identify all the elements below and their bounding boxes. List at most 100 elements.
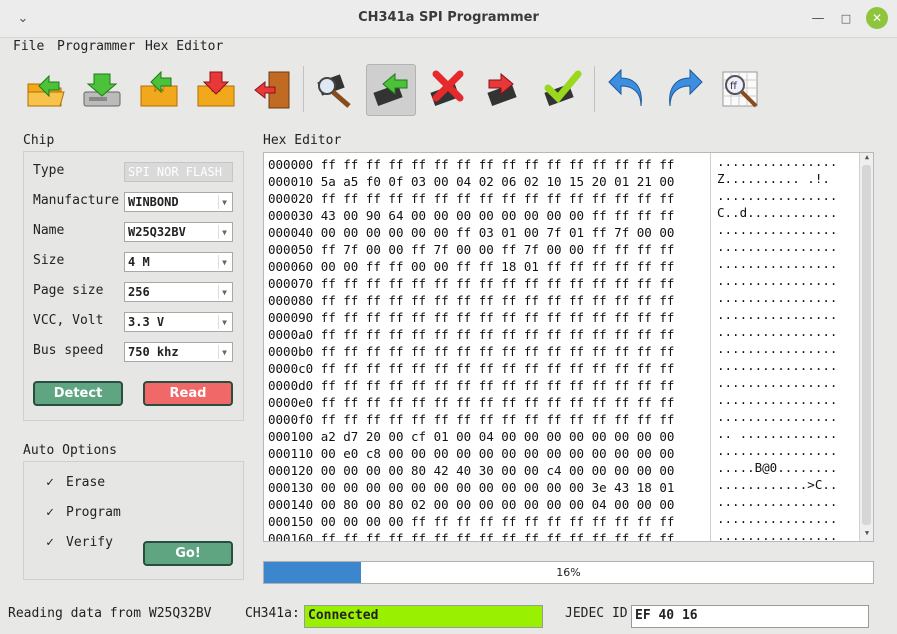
menu-programmer[interactable]: Programmer xyxy=(57,39,135,54)
hex-ascii-row[interactable]: ................ xyxy=(711,408,858,425)
checkmark-icon[interactable]: ✓ xyxy=(43,475,57,490)
hex-bytes[interactable]: ff ff ff ff ff ff ff ff ff ff ff ff ff f… xyxy=(321,157,675,172)
hex-row[interactable]: 0000d0 ff ff ff ff ff ff ff ff ff ff ff … xyxy=(268,377,708,394)
load-chip-icon[interactable] xyxy=(134,64,184,116)
hex-bytes[interactable]: ff ff ff ff ff ff ff ff ff ff ff ff ff f… xyxy=(321,361,675,376)
menu-file[interactable]: File xyxy=(13,39,44,54)
hex-ascii-row[interactable]: ............>C.. xyxy=(711,476,858,493)
checkmark-icon[interactable]: ✓ xyxy=(43,535,57,550)
hex-ascii-row[interactable]: ................ xyxy=(711,442,858,459)
hex-editor[interactable]: 000000 ff ff ff ff ff ff ff ff ff ff ff … xyxy=(263,152,874,542)
pagesize-combo[interactable]: 256 ▼ xyxy=(124,282,233,302)
verify-checkbox[interactable]: ✓ Verify xyxy=(43,535,113,550)
hex-ascii-row[interactable]: ................ xyxy=(711,510,858,527)
dropdown-arrow-icon[interactable]: ▼ xyxy=(218,225,230,239)
hex-bytes[interactable]: ff ff ff ff ff ff ff ff ff ff ff ff ff f… xyxy=(321,191,675,206)
hex-row[interactable]: 0000b0 ff ff ff ff ff ff ff ff ff ff ff … xyxy=(268,343,708,360)
chip-erase-icon[interactable] xyxy=(423,64,473,116)
hex-row[interactable]: 000050 ff 7f 00 00 ff 7f 00 00 ff 7f 00 … xyxy=(268,241,708,258)
hex-bytes[interactable]: ff ff ff ff ff ff ff ff ff ff ff ff ff f… xyxy=(321,344,675,359)
program-checkbox[interactable]: ✓ Program xyxy=(43,505,121,520)
hex-ascii-row[interactable]: ................ xyxy=(711,374,858,391)
menu-hex-editor[interactable]: Hex Editor xyxy=(145,39,223,54)
hex-ascii-row[interactable]: ................ xyxy=(711,187,858,204)
hex-bytes[interactable]: 00 00 ff ff 00 00 ff ff 18 01 ff ff ff f… xyxy=(321,259,675,274)
hex-bytes[interactable]: ff ff ff ff ff ff ff ff ff ff ff ff ff f… xyxy=(321,293,675,308)
chip-write-icon[interactable] xyxy=(480,64,530,116)
hex-row[interactable]: 000120 00 00 00 00 80 42 40 30 00 00 c4 … xyxy=(268,462,708,479)
go-button[interactable]: Go! xyxy=(143,541,233,566)
hex-row[interactable]: 000160 ff ff ff ff ff ff ff ff ff ff ff … xyxy=(268,530,708,541)
hex-bytes[interactable]: 00 00 00 00 80 42 40 30 00 00 c4 00 00 0… xyxy=(321,463,675,478)
hex-ascii-row[interactable]: .. ............. xyxy=(711,425,858,442)
minimize-icon[interactable]: — xyxy=(808,8,828,28)
hex-ascii-row[interactable]: .....B@0........ xyxy=(711,459,858,476)
hex-bytes[interactable]: 43 00 90 64 00 00 00 00 00 00 00 00 ff f… xyxy=(321,208,675,223)
chip-search-icon[interactable] xyxy=(310,64,360,116)
hex-bytes[interactable]: 00 00 00 00 00 00 ff 03 01 00 7f 01 ff 7… xyxy=(321,225,675,240)
hex-ascii-row[interactable]: ................ xyxy=(711,153,858,170)
hex-ascii-row[interactable]: ................ xyxy=(711,493,858,510)
hex-row[interactable]: 000130 00 00 00 00 00 00 00 00 00 00 00 … xyxy=(268,479,708,496)
hex-bytes[interactable]: a2 d7 20 00 cf 01 00 04 00 00 00 00 00 0… xyxy=(321,429,675,444)
dropdown-arrow-icon[interactable]: ▼ xyxy=(218,255,230,269)
dropdown-arrow-icon[interactable]: ▼ xyxy=(218,315,230,329)
vertical-scrollbar[interactable]: ▲ ▼ xyxy=(859,153,873,541)
hex-row[interactable]: 0000f0 ff ff ff ff ff ff ff ff ff ff ff … xyxy=(268,411,708,428)
hex-bytes[interactable]: 5a a5 f0 0f 03 00 04 02 06 02 10 15 20 0… xyxy=(321,174,675,189)
hex-ascii-row[interactable]: Z.......... .!. xyxy=(711,170,858,187)
save-file-icon[interactable] xyxy=(77,64,127,116)
redo-icon[interactable] xyxy=(659,64,709,116)
hex-bytes[interactable]: ff 7f 00 00 ff 7f 00 00 ff 7f 00 00 ff f… xyxy=(321,242,675,257)
dropdown-arrow-icon[interactable]: ▼ xyxy=(218,195,230,209)
hex-row[interactable]: 0000a0 ff ff ff ff ff ff ff ff ff ff ff … xyxy=(268,326,708,343)
hex-bytes[interactable]: 00 00 00 00 ff ff ff ff ff ff ff ff ff f… xyxy=(321,514,675,529)
chip-verify-icon[interactable] xyxy=(537,64,587,116)
hex-row[interactable]: 000010 5a a5 f0 0f 03 00 04 02 06 02 10 … xyxy=(268,173,708,190)
undo-icon[interactable] xyxy=(602,64,652,116)
hex-ascii-row[interactable]: ................ xyxy=(711,340,858,357)
find-hex-icon[interactable]: ff xyxy=(716,64,766,116)
hex-row[interactable]: 000070 ff ff ff ff ff ff ff ff ff ff ff … xyxy=(268,275,708,292)
hex-bytes[interactable]: ff ff ff ff ff ff ff ff ff ff ff ff ff f… xyxy=(321,531,675,541)
busspeed-combo[interactable]: 750 khz ▼ xyxy=(124,342,233,362)
hex-row[interactable]: 000090 ff ff ff ff ff ff ff ff ff ff ff … xyxy=(268,309,708,326)
hex-row[interactable]: 000040 00 00 00 00 00 00 ff 03 01 00 7f … xyxy=(268,224,708,241)
hex-row[interactable]: 000030 43 00 90 64 00 00 00 00 00 00 00 … xyxy=(268,207,708,224)
maximize-icon[interactable]: □ xyxy=(836,8,856,28)
hex-bytes[interactable]: ff ff ff ff ff ff ff ff ff ff ff ff ff f… xyxy=(321,310,675,325)
hex-bytes[interactable]: ff ff ff ff ff ff ff ff ff ff ff ff ff f… xyxy=(321,412,675,427)
hex-row[interactable]: 000060 00 00 ff ff 00 00 ff ff 18 01 ff … xyxy=(268,258,708,275)
hex-bytes[interactable]: 00 00 00 00 00 00 00 00 00 00 00 00 3e 4… xyxy=(321,480,675,495)
scroll-up-icon[interactable]: ▲ xyxy=(860,153,873,165)
hex-ascii-column[interactable]: ................ Z.......... .!..........… xyxy=(710,153,858,541)
hex-row[interactable]: 000140 00 80 00 80 02 00 00 00 00 00 00 … xyxy=(268,496,708,513)
size-combo[interactable]: 4 M ▼ xyxy=(124,252,233,272)
chip-read-icon[interactable] xyxy=(366,64,416,116)
hex-ascii-row[interactable]: ................ xyxy=(711,221,858,238)
name-combo[interactable]: W25Q32BV ▼ xyxy=(124,222,233,242)
hex-bytes-column[interactable]: 000000 ff ff ff ff ff ff ff ff ff ff ff … xyxy=(268,156,708,541)
dropdown-arrow-icon[interactable]: ▼ xyxy=(218,345,230,359)
open-file-icon[interactable] xyxy=(20,64,70,116)
hex-ascii-row[interactable]: ................ xyxy=(711,289,858,306)
hex-ascii-row[interactable]: ................ xyxy=(711,255,858,272)
hex-row[interactable]: 0000e0 ff ff ff ff ff ff ff ff ff ff ff … xyxy=(268,394,708,411)
hex-row[interactable]: 000150 00 00 00 00 ff ff ff ff ff ff ff … xyxy=(268,513,708,530)
erase-checkbox[interactable]: ✓ Erase xyxy=(43,475,105,490)
hex-row[interactable]: 0000c0 ff ff ff ff ff ff ff ff ff ff ff … xyxy=(268,360,708,377)
hex-ascii-row[interactable]: ................ xyxy=(711,527,858,541)
hex-row[interactable]: 000110 00 e0 c8 00 00 00 00 00 00 00 00 … xyxy=(268,445,708,462)
hex-bytes[interactable]: ff ff ff ff ff ff ff ff ff ff ff ff ff f… xyxy=(321,395,675,410)
hex-row[interactable]: 000000 ff ff ff ff ff ff ff ff ff ff ff … xyxy=(268,156,708,173)
hex-row[interactable]: 000080 ff ff ff ff ff ff ff ff ff ff ff … xyxy=(268,292,708,309)
hex-bytes[interactable]: 00 80 00 80 02 00 00 00 00 00 00 00 04 0… xyxy=(321,497,675,512)
save-chip-icon[interactable] xyxy=(191,64,241,116)
hex-row[interactable]: 000020 ff ff ff ff ff ff ff ff ff ff ff … xyxy=(268,190,708,207)
dropdown-arrow-icon[interactable]: ▼ xyxy=(218,285,230,299)
hex-ascii-row[interactable]: ................ xyxy=(711,238,858,255)
close-icon[interactable]: ✕ xyxy=(866,7,888,29)
hex-bytes[interactable]: ff ff ff ff ff ff ff ff ff ff ff ff ff f… xyxy=(321,327,675,342)
exit-door-icon[interactable] xyxy=(248,64,298,116)
hex-ascii-row[interactable]: ................ xyxy=(711,323,858,340)
